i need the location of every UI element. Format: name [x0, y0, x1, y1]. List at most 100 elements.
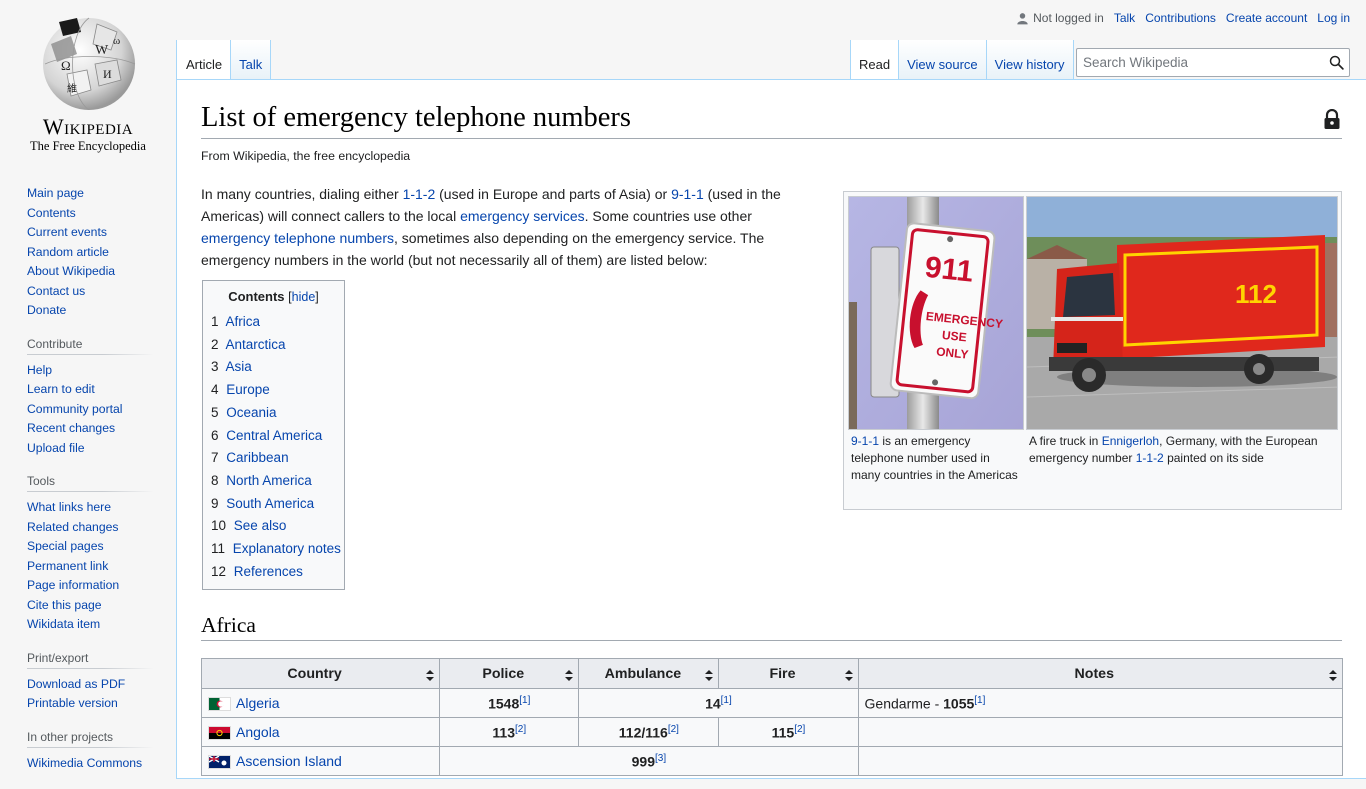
- sidebar-item-current-events[interactable]: Current events: [27, 225, 107, 239]
- toc-link[interactable]: See also: [234, 518, 287, 533]
- toc-item-europe[interactable]: 4 Europe: [211, 379, 336, 402]
- toc-hide-link[interactable]: hide: [292, 290, 316, 304]
- sidebar-item-related-changes[interactable]: Related changes: [27, 520, 118, 534]
- reference-link[interactable]: [1]: [519, 695, 530, 706]
- search-input[interactable]: [1077, 55, 1323, 70]
- tab-talk[interactable]: Talk: [230, 40, 272, 80]
- link-emergency-telephone-numbers[interactable]: emergency telephone numbers: [201, 230, 394, 246]
- toc-link[interactable]: North America: [226, 473, 312, 488]
- link-112[interactable]: 1-1-2: [403, 186, 436, 202]
- tab-view-source[interactable]: View source: [898, 40, 986, 80]
- toc-link[interactable]: Explanatory notes: [233, 541, 341, 556]
- column-header-ambulance[interactable]: Ambulance: [578, 658, 720, 689]
- toc-hide-toggle[interactable]: [hide]: [288, 290, 319, 304]
- country-link-angola[interactable]: Angola: [236, 724, 280, 740]
- toc-link[interactable]: Oceania: [226, 405, 276, 420]
- reference-link[interactable]: [2]: [794, 724, 805, 735]
- sidebar-item-wikidata-item[interactable]: Wikidata item: [27, 617, 100, 631]
- reference-link[interactable]: [1]: [721, 695, 732, 706]
- create-account-link[interactable]: Create account: [1226, 11, 1307, 25]
- toc-link[interactable]: Asia: [226, 359, 252, 374]
- link-emergency-services[interactable]: emergency services: [460, 208, 585, 224]
- talk-link[interactable]: Talk: [1114, 11, 1135, 25]
- reference-link[interactable]: [2]: [515, 724, 526, 735]
- sidebar-item-help[interactable]: Help: [27, 363, 52, 377]
- tab-read[interactable]: Read: [850, 40, 899, 80]
- country-link-ascension-island[interactable]: Ascension Island: [236, 753, 342, 769]
- link-911[interactable]: 9-1-1: [671, 186, 704, 202]
- sidebar-item-download-pdf[interactable]: Download as PDF: [27, 677, 125, 691]
- wikipedia-logo[interactable]: W Ω И 維 ω Wikipedia The Free Encyclopedi…: [0, 0, 176, 160]
- sidebar-item-page-information[interactable]: Page information: [27, 578, 119, 592]
- sidebar-item-what-links-here[interactable]: What links here: [27, 500, 111, 514]
- sort-icon[interactable]: [1329, 669, 1337, 685]
- toc-number: 9: [211, 495, 219, 511]
- sidebar-item-main-page[interactable]: Main page: [27, 186, 84, 200]
- reference-link[interactable]: [3]: [655, 753, 666, 764]
- reference-link[interactable]: [1]: [974, 695, 985, 706]
- sidebar-item-wikimedia-commons[interactable]: Wikimedia Commons: [27, 756, 142, 770]
- toc-item-explanatory-notes[interactable]: 11 Explanatory notes: [211, 538, 341, 561]
- toc-item-see-also[interactable]: 10 See also: [211, 515, 336, 538]
- toc-item-references[interactable]: 12 References: [211, 561, 336, 584]
- toc-item-central-america[interactable]: 6 Central America: [211, 425, 336, 448]
- toc-link[interactable]: Antarctica: [226, 337, 286, 352]
- sidebar-item-donate[interactable]: Donate: [27, 303, 66, 317]
- toc-item-antarctica[interactable]: 2 Antarctica: [211, 334, 336, 357]
- sidebar-item-contact-us[interactable]: Contact us: [27, 284, 85, 298]
- contributions-link[interactable]: Contributions: [1145, 11, 1216, 25]
- toc-link[interactable]: Europe: [226, 382, 270, 397]
- sidebar-item-printable-version[interactable]: Printable version: [27, 696, 118, 710]
- notes-cell: Gendarme - 1055[1]: [857, 688, 1344, 718]
- sidebar-item-random-article[interactable]: Random article: [27, 245, 109, 259]
- sidebar-item-upload-file[interactable]: Upload file: [27, 441, 85, 455]
- caption-link-ennigerloh[interactable]: Ennigerloh: [1102, 434, 1159, 448]
- toc-link[interactable]: Africa: [226, 314, 261, 329]
- toc-link[interactable]: South America: [226, 496, 314, 511]
- sort-icon[interactable]: [565, 669, 574, 685]
- column-header-country[interactable]: Country: [200, 658, 441, 689]
- toc-item-oceania[interactable]: 5 Oceania: [211, 402, 336, 425]
- ascension-island-flag-icon: [208, 755, 231, 770]
- sort-icon[interactable]: [844, 669, 853, 685]
- toc-item-north-america[interactable]: 8 North America: [211, 470, 336, 493]
- police-cell: 113[2]: [439, 717, 580, 747]
- sign-911-text: 911: [923, 251, 975, 289]
- country-link-algeria[interactable]: Algeria: [236, 695, 280, 711]
- caption-link-911[interactable]: 9-1-1: [851, 434, 879, 448]
- fire-truck-image[interactable]: 112: [1026, 196, 1338, 430]
- ambulance-cell: 112/116[2]: [578, 717, 720, 747]
- column-header-fire[interactable]: Fire: [718, 658, 859, 689]
- toc-item-caribbean[interactable]: 7 Caribbean: [211, 447, 336, 470]
- lock-icon[interactable]: [1323, 108, 1341, 134]
- sidebar-item-community-portal[interactable]: Community portal: [27, 402, 123, 416]
- column-header-police[interactable]: Police: [439, 658, 580, 689]
- toc-link[interactable]: Caribbean: [226, 450, 288, 465]
- search-button[interactable]: [1323, 49, 1349, 76]
- sidebar-item-permanent-link[interactable]: Permanent link: [27, 559, 108, 573]
- toc-number: 1: [211, 314, 219, 329]
- tagline: The Free Encyclopedia: [30, 139, 146, 153]
- sidebar-item-contents[interactable]: Contents: [27, 206, 76, 220]
- toc-link[interactable]: References: [234, 564, 303, 579]
- caption-text: painted on its side: [1163, 451, 1264, 465]
- sort-icon[interactable]: [705, 669, 714, 685]
- sidebar-item-learn-to-edit[interactable]: Learn to edit: [27, 382, 95, 396]
- toc-item-asia[interactable]: 3 Asia: [211, 356, 336, 379]
- sidebar-item-cite-this-page[interactable]: Cite this page: [27, 598, 102, 612]
- toc-link[interactable]: Central America: [226, 428, 322, 443]
- toc-item-south-america[interactable]: 9 South America: [211, 493, 336, 516]
- sidebar-item-about-wikipedia[interactable]: About Wikipedia: [27, 264, 115, 278]
- reference-link[interactable]: [2]: [668, 724, 679, 735]
- caption-link-112[interactable]: 1-1-2: [1136, 451, 1164, 465]
- login-link[interactable]: Log in: [1317, 11, 1350, 25]
- tab-article[interactable]: Article: [176, 40, 231, 80]
- column-header-notes[interactable]: Notes: [857, 658, 1344, 689]
- sort-icon[interactable]: [426, 669, 435, 685]
- thumbnail-figure: 911 EMERGENCY USE ONLY 112 9-1-1 is an e…: [843, 191, 1342, 510]
- sidebar-item-special-pages[interactable]: Special pages: [27, 539, 104, 553]
- tab-view-history[interactable]: View history: [985, 40, 1074, 80]
- sidebar-item-recent-changes[interactable]: Recent changes: [27, 421, 115, 435]
- emergency-sign-image[interactable]: 911 EMERGENCY USE ONLY: [848, 196, 1024, 430]
- toc-item-africa[interactable]: 1 Africa: [211, 311, 336, 334]
